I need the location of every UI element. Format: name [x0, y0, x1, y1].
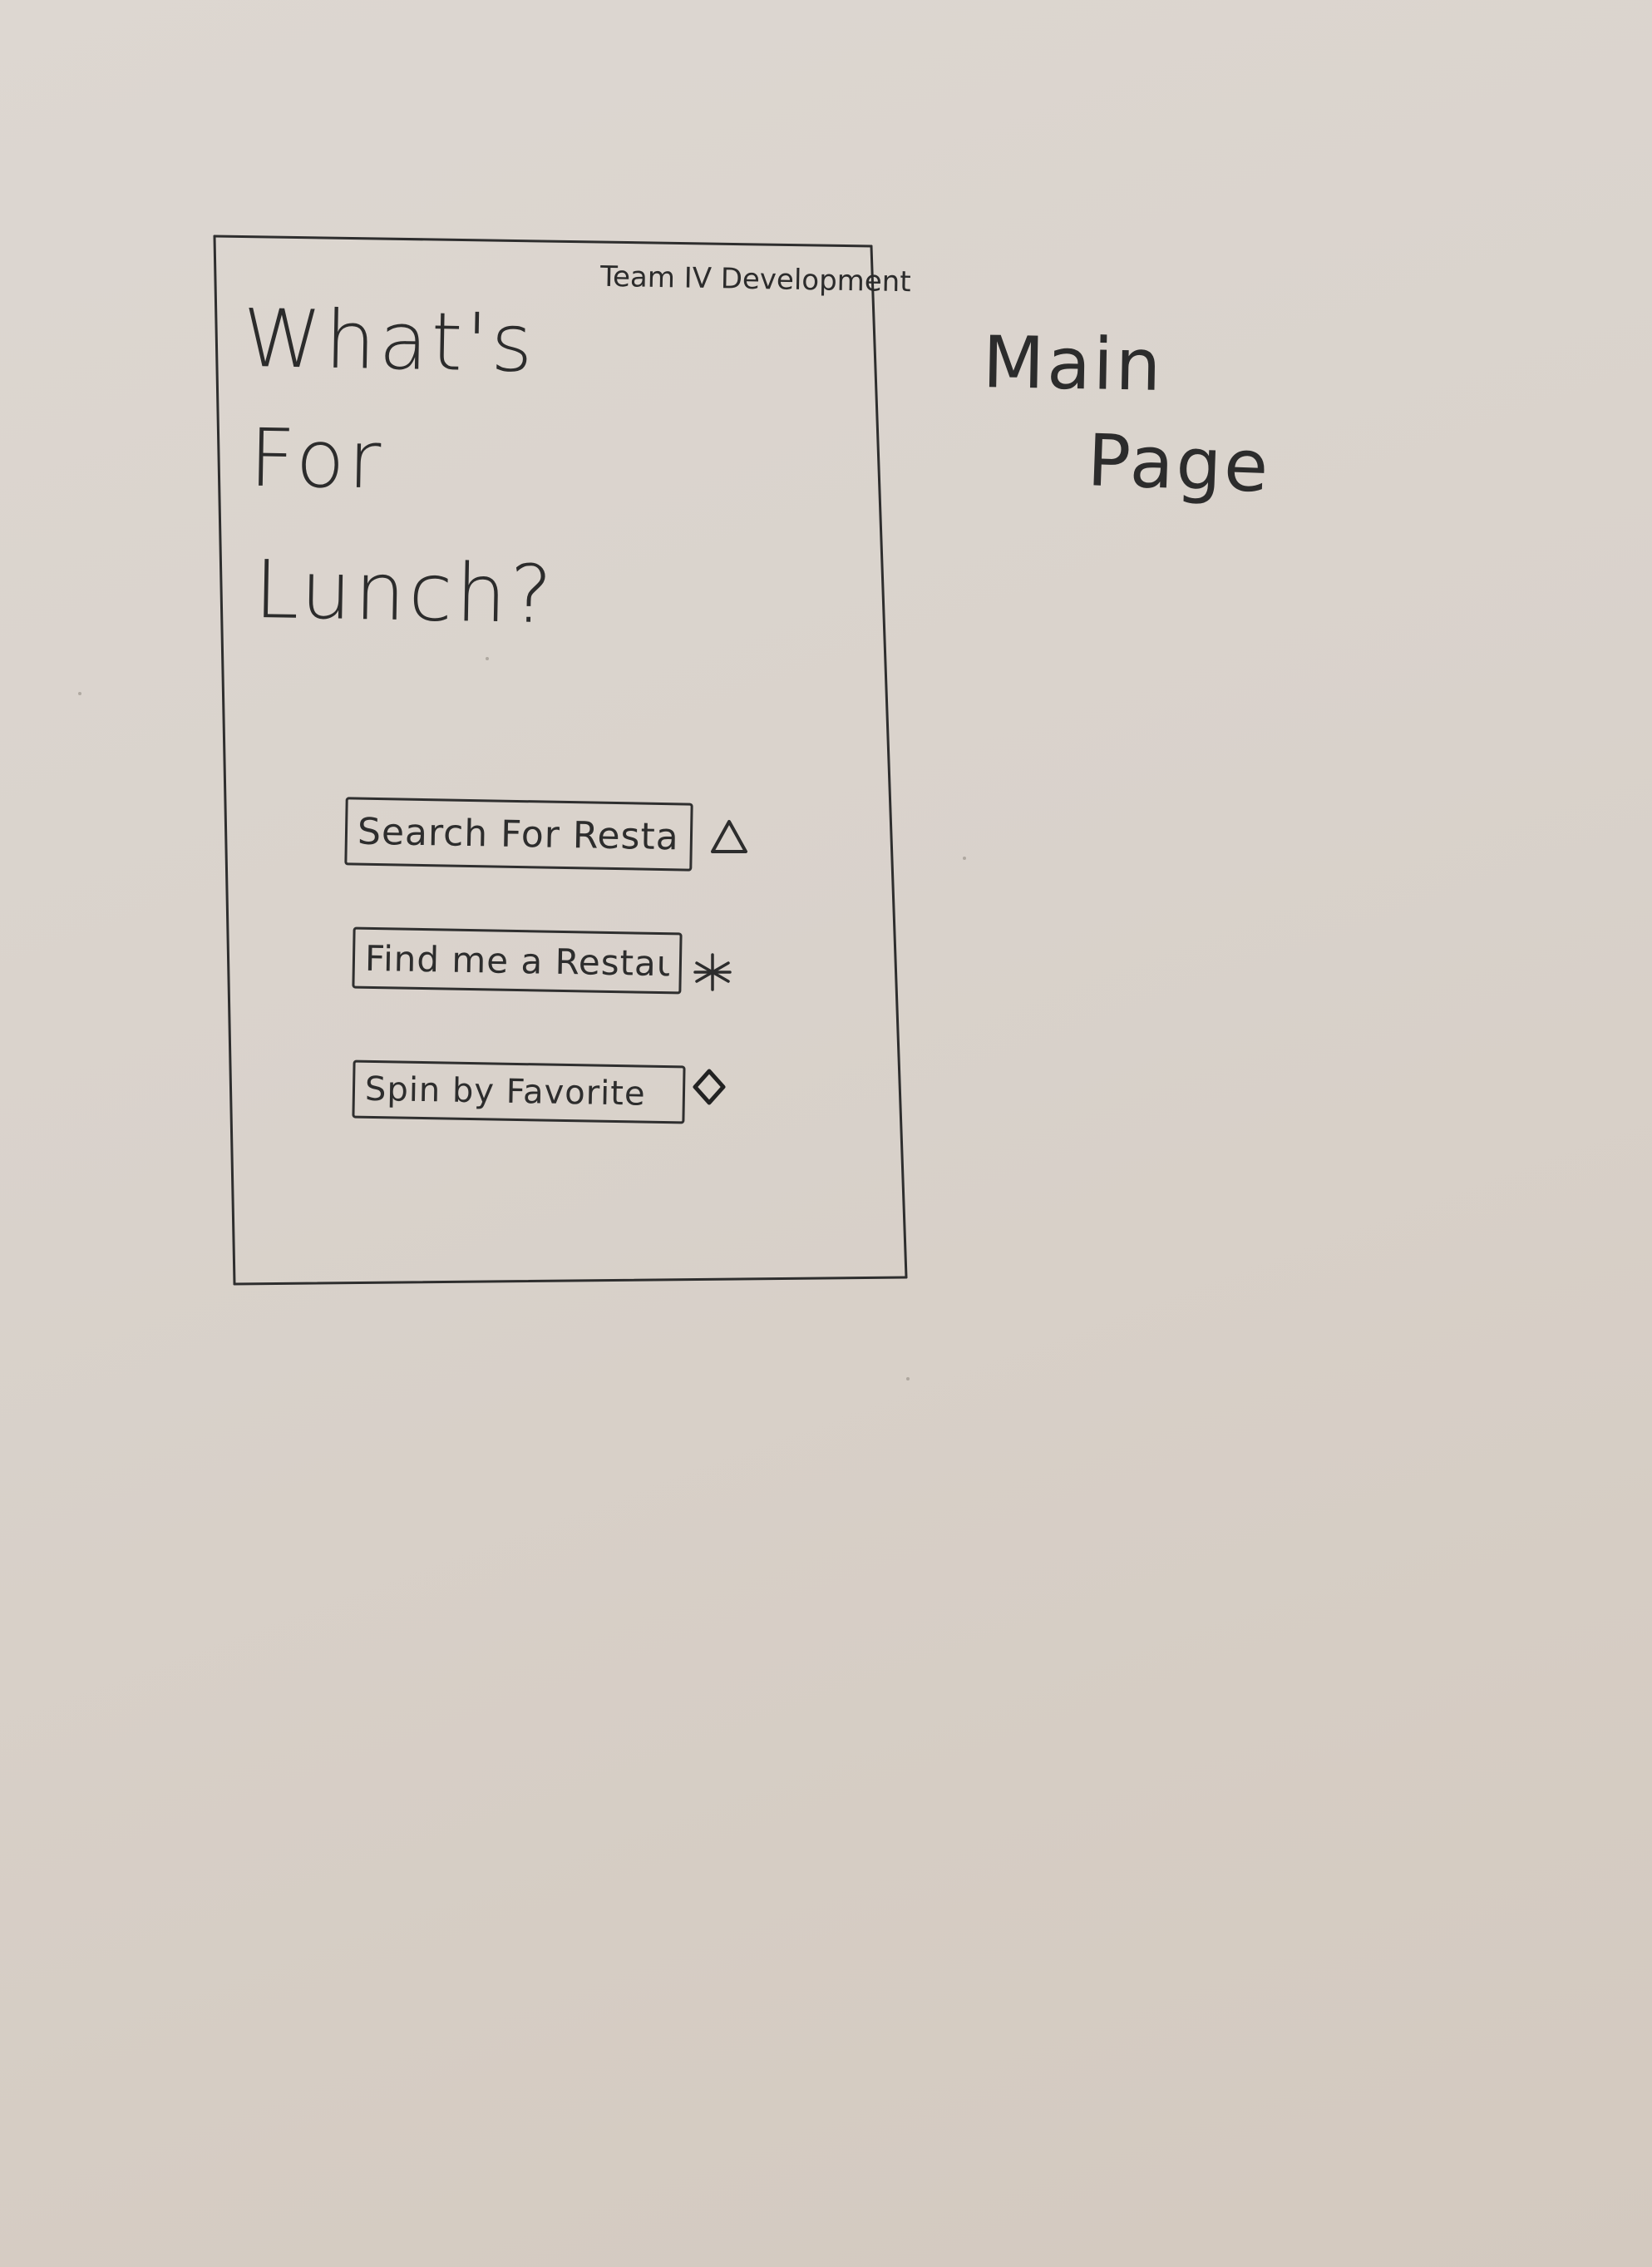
app-title-line-3: Lunch?	[254, 542, 557, 642]
app-title-line-2: For	[249, 411, 385, 507]
paper-sheet: Team IV Development What's For Lunch? Se…	[0, 0, 1652, 2267]
find-me-a-restaurant-button[interactable]: Find me a Restaurant	[352, 926, 683, 995]
spin-by-favorite-button[interactable]: Spin by Favorite	[352, 1059, 686, 1124]
find-button-label: Find me a Restaurant	[364, 937, 670, 984]
spin-button-label: Spin by Favorite	[364, 1069, 646, 1114]
paper-speck	[963, 857, 966, 860]
triangle-icon	[708, 817, 750, 858]
paper-speck	[906, 1377, 910, 1380]
app-title-line-1: What's	[242, 291, 537, 391]
annotation-main: Main	[982, 321, 1165, 407]
search-for-restaurant-button[interactable]: Search For Restaurant	[344, 797, 693, 872]
paper-speck	[78, 692, 81, 695]
annotation-page: Page	[1086, 419, 1272, 509]
search-button-label: Search For Restaurant	[357, 810, 681, 858]
paper-speck	[486, 657, 489, 660]
asterisk-icon	[692, 951, 733, 993]
developer-credit: Team IV Development	[599, 259, 911, 299]
diamond-icon	[688, 1066, 730, 1108]
